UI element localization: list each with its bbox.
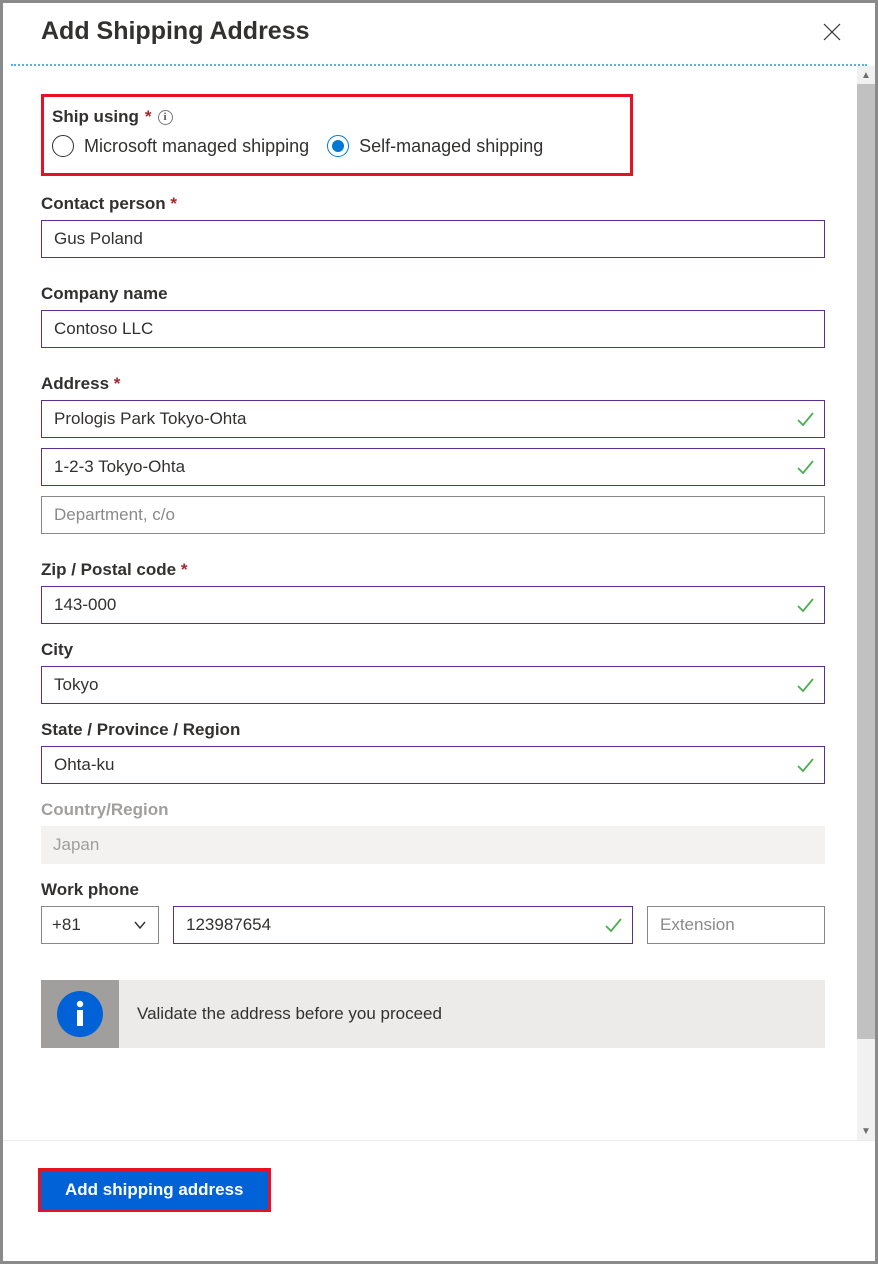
panel-footer: Add shipping address — [3, 1140, 875, 1209]
work-phone-label: Work phone — [41, 880, 825, 900]
scrollbar[interactable]: ▲ ▼ — [857, 66, 875, 1140]
dial-code-select[interactable]: +81 — [41, 906, 159, 944]
zip-label: Zip / Postal code * — [41, 560, 825, 580]
close-icon — [822, 22, 842, 42]
ship-using-group: Ship using * i Microsoft managed shippin… — [41, 94, 633, 176]
required-asterisk: * — [114, 374, 121, 393]
ship-using-label: Ship using * i — [52, 107, 612, 127]
city-label: City — [41, 640, 825, 660]
radio-microsoft-label: Microsoft managed shipping — [84, 136, 309, 157]
info-icon[interactable]: i — [158, 110, 173, 125]
address-line1-input[interactable] — [41, 400, 825, 438]
required-asterisk: * — [181, 560, 188, 579]
dial-code-value: +81 — [52, 915, 81, 935]
contact-person-label: Contact person * — [41, 194, 825, 214]
add-shipping-address-button[interactable]: Add shipping address — [41, 1171, 268, 1209]
country-value: Japan — [53, 835, 99, 855]
form-scroll-area: Ship using * i Microsoft managed shippin… — [3, 66, 875, 1140]
company-name-input[interactable] — [41, 310, 825, 348]
required-asterisk: * — [145, 107, 152, 127]
info-circle-icon — [57, 991, 103, 1037]
panel-title: Add Shipping Address — [41, 17, 310, 46]
phone-extension-input[interactable] — [647, 906, 825, 944]
zip-input[interactable] — [41, 586, 825, 624]
address-line3-input[interactable] — [41, 496, 825, 534]
required-asterisk: * — [170, 194, 177, 213]
scrollbar-thumb[interactable] — [857, 84, 875, 1039]
radio-microsoft-managed[interactable]: Microsoft managed shipping — [52, 135, 309, 157]
chevron-down-icon — [132, 917, 148, 933]
country-label: Country/Region — [41, 800, 825, 820]
panel-header: Add Shipping Address — [3, 3, 875, 64]
company-name-label: Company name — [41, 284, 825, 304]
state-input[interactable] — [41, 746, 825, 784]
scrollbar-up-arrow[interactable]: ▲ — [857, 66, 875, 84]
radio-self-label: Self-managed shipping — [359, 136, 543, 157]
radio-self-managed[interactable]: Self-managed shipping — [327, 135, 543, 157]
banner-message: Validate the address before you proceed — [119, 980, 460, 1048]
state-label: State / Province / Region — [41, 720, 825, 740]
contact-person-input[interactable] — [41, 220, 825, 258]
city-input[interactable] — [41, 666, 825, 704]
country-readonly: Japan — [41, 826, 825, 864]
phone-number-input[interactable] — [173, 906, 633, 944]
scrollbar-down-arrow[interactable]: ▼ — [857, 1122, 875, 1140]
ship-using-label-text: Ship using — [52, 107, 139, 127]
close-button[interactable] — [819, 19, 845, 45]
address-label: Address * — [41, 374, 825, 394]
address-line2-input[interactable] — [41, 448, 825, 486]
validation-info-banner: Validate the address before you proceed — [41, 980, 825, 1048]
add-shipping-address-panel: Add Shipping Address Ship using * i Micr… — [0, 0, 878, 1264]
